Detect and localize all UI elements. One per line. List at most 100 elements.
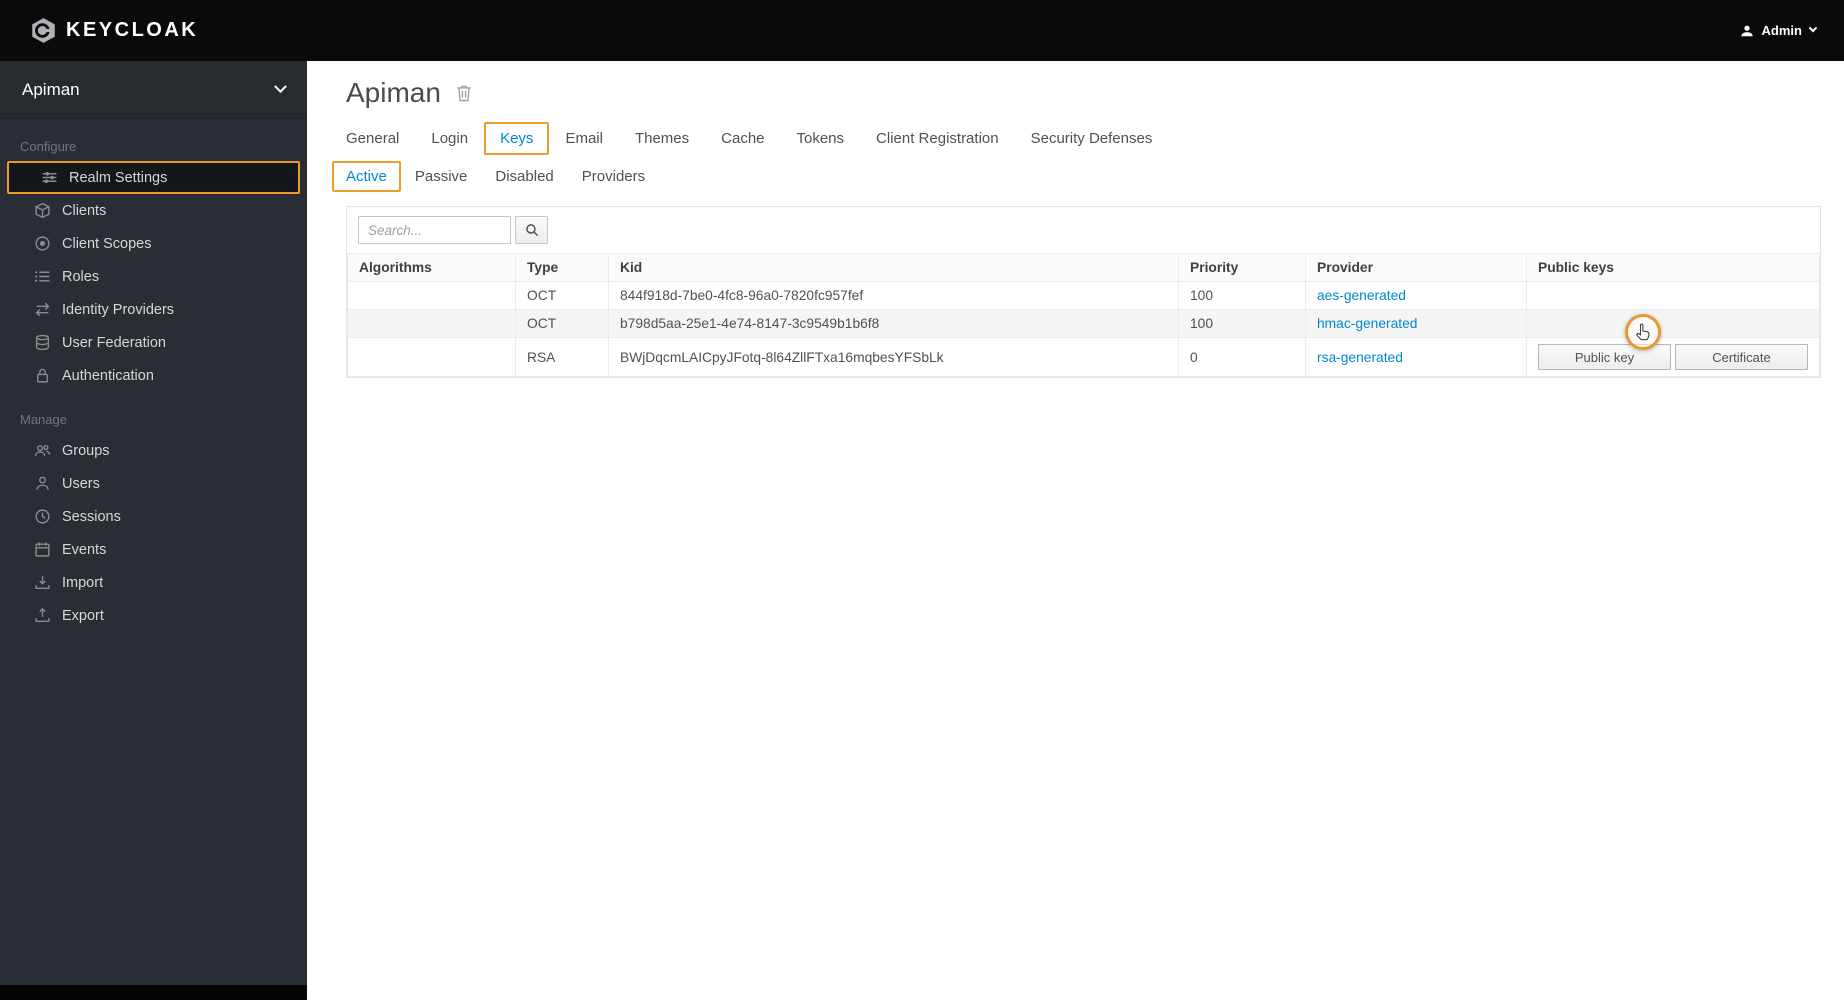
sidebar-item-client-scopes[interactable]: Client Scopes — [0, 227, 307, 260]
tab-keys[interactable]: Keys — [484, 122, 550, 155]
realm-name: Apiman — [22, 79, 80, 99]
user-silhouette-icon — [34, 475, 51, 492]
keys-table-container: Algorithms Type Kid Priority Provider Pu… — [346, 206, 1821, 378]
lock-icon — [34, 367, 51, 384]
tab-email[interactable]: Email — [549, 122, 619, 155]
search-input[interactable] — [358, 216, 511, 244]
cell-type: RSA — [515, 337, 609, 377]
bullseye-icon — [34, 235, 51, 252]
section-label-manage: Manage — [20, 412, 67, 427]
tab-client-registration[interactable]: Client Registration — [860, 122, 1015, 155]
cube-icon — [34, 202, 51, 219]
cell-provider: hmac-generated — [1305, 309, 1527, 338]
sidebar-item-label: Import — [62, 574, 104, 591]
exchange-arrows-icon — [34, 301, 51, 318]
col-header-kid: Kid — [608, 253, 1179, 282]
sidebar-item-export[interactable]: Export — [0, 599, 307, 632]
page-header: Apiman — [346, 77, 1821, 109]
table-row: OCT 844f918d-7be0-4fc8-96a0-7820fc957fef… — [347, 281, 1820, 310]
table-row: RSA BWjDqcmLAICpyJFotq-8l64ZllFTxa16mqbe… — [347, 337, 1820, 377]
tab-tokens[interactable]: Tokens — [781, 122, 861, 155]
col-header-provider: Provider — [1305, 253, 1527, 282]
table-row: OCT b798d5aa-25e1-4e74-8147-3c9549b1b6f8… — [347, 309, 1820, 338]
keys-table: Algorithms Type Kid Priority Provider Pu… — [347, 253, 1820, 377]
subtab-passive[interactable]: Passive — [401, 161, 482, 192]
subtab-disabled[interactable]: Disabled — [481, 161, 567, 192]
sidebar-item-users[interactable]: Users — [0, 467, 307, 500]
cell-provider: aes-generated — [1305, 281, 1527, 310]
sidebar-item-label: Events — [62, 541, 107, 558]
export-icon — [34, 607, 51, 624]
sidebar-item-authentication[interactable]: Authentication — [0, 359, 307, 392]
col-header-type: Type — [515, 253, 609, 282]
table-header-row: Algorithms Type Kid Priority Provider Pu… — [347, 253, 1820, 282]
cell-type: OCT — [515, 281, 609, 310]
user-menu[interactable]: Admin — [1740, 23, 1818, 38]
configure-nav: Realm Settings Clients Client Scopes Rol… — [0, 161, 307, 392]
cell-priority: 100 — [1178, 281, 1306, 310]
tab-general[interactable]: General — [330, 122, 415, 155]
trash-icon — [456, 84, 472, 102]
sidebar-item-identity-providers[interactable]: Identity Providers — [0, 293, 307, 326]
col-header-algorithms: Algorithms — [347, 253, 516, 282]
sidebar-item-roles[interactable]: Roles — [0, 260, 307, 293]
search-group — [358, 216, 1809, 244]
realm-selector[interactable]: Apiman — [0, 61, 307, 119]
sidebar: Apiman Configure Realm Settings Clients — [0, 61, 307, 1000]
page-title: Apiman — [346, 77, 441, 108]
cell-public-keys: Public key Certificate — [1526, 337, 1820, 377]
tab-themes[interactable]: Themes — [619, 122, 705, 155]
database-icon — [34, 334, 51, 351]
tab-cache[interactable]: Cache — [705, 122, 780, 155]
sidebar-item-label: User Federation — [62, 334, 166, 351]
subtab-active[interactable]: Active — [332, 161, 401, 192]
cell-priority: 100 — [1178, 309, 1306, 338]
calendar-icon — [34, 541, 51, 558]
search-button[interactable] — [515, 216, 548, 244]
top-navbar: KEYCLOAK Admin — [0, 0, 1844, 61]
section-label-configure: Configure — [20, 139, 77, 154]
sidebar-item-events[interactable]: Events — [0, 533, 307, 566]
keycloak-brand[interactable]: KEYCLOAK — [30, 17, 198, 44]
clock-icon — [34, 508, 51, 525]
realm-tabs: General Login Keys Email Themes Cache To… — [330, 122, 1821, 155]
subtab-providers[interactable]: Providers — [568, 161, 659, 192]
sidebar-item-label: Authentication — [62, 367, 154, 384]
sidebar-item-user-federation[interactable]: User Federation — [0, 326, 307, 359]
provider-link-hmac-generated[interactable]: hmac-generated — [1317, 316, 1417, 331]
sidebar-item-sessions[interactable]: Sessions — [0, 500, 307, 533]
groups-icon — [34, 442, 51, 459]
tab-security-defenses[interactable]: Security Defenses — [1015, 122, 1169, 155]
cell-public-keys — [1526, 281, 1820, 310]
table-toolbar — [347, 207, 1820, 253]
main-content: Apiman General Login Keys Email Themes C… — [307, 61, 1844, 1000]
provider-link-rsa-generated[interactable]: rsa-generated — [1317, 350, 1403, 365]
certificate-button[interactable]: Certificate — [1675, 344, 1808, 370]
sidebar-item-groups[interactable]: Groups — [0, 434, 307, 467]
keys-subtabs: Active Passive Disabled Providers — [332, 161, 1821, 192]
list-icon — [34, 268, 51, 285]
tab-login[interactable]: Login — [415, 122, 484, 155]
sidebar-item-label: Client Scopes — [62, 235, 152, 252]
sidebar-item-label: Groups — [62, 442, 110, 459]
user-icon — [1740, 24, 1754, 38]
delete-realm-button[interactable] — [456, 84, 472, 102]
sidebar-item-label: Users — [62, 475, 100, 492]
sliders-icon — [41, 169, 58, 186]
sidebar-item-label: Clients — [62, 202, 107, 219]
cell-public-keys — [1526, 309, 1820, 338]
sidebar-item-import[interactable]: Import — [0, 566, 307, 599]
cell-kid: 844f918d-7be0-4fc8-96a0-7820fc957fef — [608, 281, 1179, 310]
cell-kid: b798d5aa-25e1-4e74-8147-3c9549b1b6f8 — [608, 309, 1179, 338]
sidebar-item-label: Export — [62, 607, 104, 624]
sidebar-item-label: Identity Providers — [62, 301, 175, 318]
sidebar-item-realm-settings[interactable]: Realm Settings — [7, 161, 300, 194]
sidebar-item-label: Roles — [62, 268, 100, 285]
keycloak-logo-icon — [30, 17, 57, 44]
sidebar-item-clients[interactable]: Clients — [0, 194, 307, 227]
cursor-highlight-circle — [1625, 314, 1661, 350]
cell-algorithms — [347, 281, 516, 310]
col-header-public-keys: Public keys — [1526, 253, 1820, 282]
provider-link-aes-generated[interactable]: aes-generated — [1317, 288, 1406, 303]
brand-text: KEYCLOAK — [66, 19, 199, 41]
